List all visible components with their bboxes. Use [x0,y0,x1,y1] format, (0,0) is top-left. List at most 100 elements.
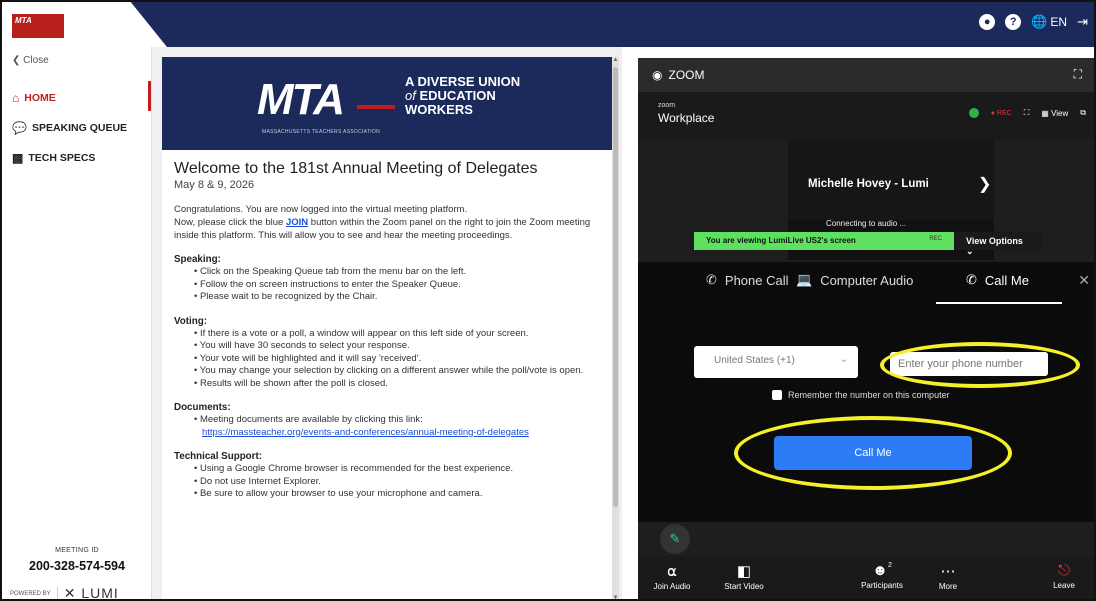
pencil-icon[interactable]: ✎ [660,524,690,554]
active-tab-underline [936,302,1062,304]
fullscreen-icon[interactable]: ⛶ [1074,67,1082,82]
support-list: Using a Google Chrome browser is recomme… [174,463,600,501]
meeting-date: May 8 & 9, 2026 [174,179,255,191]
join-link[interactable]: JOIN [286,217,308,228]
call-me-icon: ✆ [966,272,977,287]
banner-stripe [357,105,395,109]
tab-phone-call[interactable]: ✆ Phone Call [706,272,789,288]
computer-audio-icon: 💻 [796,272,813,287]
intro-text: Congratulations. You are now logged into… [174,204,591,241]
help-icon[interactable]: ? [1005,14,1022,30]
sidebar-item-label: HOME [24,92,56,104]
scroll-down-icon[interactable]: ▼ [612,595,619,599]
meeting-id-label: MEETING ID [55,547,99,554]
language-selector[interactable]: 🌐 EN [1031,14,1067,30]
powered-by-label: POWERED BY [10,590,51,597]
top-icons: ● ? 🌐 EN ⇥ [979,14,1088,30]
sidebar: ❮ Close ⌂ HOME 💬 SPEAKING QUEUE ▩ TECH S… [2,47,152,601]
zoom-panel: ◉ ZOOM ⛶ zoom Workplace ● REC ⛶ ▦ View ⧉… [638,58,1094,599]
audio-tabs: ✆ Phone Call 💻 Computer Audio ✆ Call Me … [638,262,1094,306]
meeting-id: 200-328-574-594 [29,559,125,573]
close-button[interactable]: ❮ Close [12,55,49,66]
list-item: If there is a vote or a poll, a window w… [174,328,600,341]
remember-number-checkbox[interactable]: Remember the number on this computer [772,390,950,400]
home-icon: ⌂ [12,91,20,105]
sidebar-item-label: TECH SPECS [28,152,96,164]
tab-call-me[interactable]: ✆ Call Me [966,272,1029,288]
remember-label: Remember the number on this computer [788,390,950,400]
chevron-right-icon[interactable]: ❯ [978,174,991,194]
welcome-document: Welcome to the 181st Annual Meeting of D… [162,150,612,599]
mta-banner: MTA MASSACHUSETTS TEACHERS ASSOCIATION A… [162,57,612,150]
user-circle-icon[interactable]: ● [979,14,996,30]
banner-tagline: A DIVERSE UNION of EDUCATION WORKERS [405,74,521,117]
list-item: Click on the Speaking Queue tab from the… [174,266,600,279]
logout-icon[interactable]: ⇥ [1077,14,1088,30]
more-button[interactable]: ⋯ More [918,562,978,591]
banner-logo: MTA [257,75,345,124]
top-bar: MTA ● ? 🌐 EN ⇥ [2,2,1094,47]
sidebar-item-speaking-queue[interactable]: 💬 SPEAKING QUEUE [12,121,127,135]
banner-logo-sub: MASSACHUSETTS TEACHERS ASSOCIATION [262,129,381,135]
view-button[interactable]: ▦ View [1041,109,1068,118]
lumi-logo: ✕ LUMI [63,585,119,601]
page: MTA ● ? 🌐 EN ⇥ ❮ Close ⌂ HOME 💬 SPEAKING… [0,0,1096,601]
leave-button[interactable]: ⎋ Leave [1034,562,1094,590]
list-item: You will have 30 seconds to select your … [174,340,600,353]
video-off-icon: ◧ [736,563,752,580]
zoom-workplace-label: Workplace [658,111,715,125]
zoom-status-icons: ● REC ⛶ ▦ View ⧉ [968,108,1086,118]
join-audio-button[interactable]: ⍺ Join Audio [642,562,702,591]
participants-button[interactable]: ☻2 Participants [852,562,912,590]
list-item: Your vote will be highlighted and it wil… [174,353,600,366]
zoom-header: ◉ ZOOM ⛶ [638,58,1094,92]
screen-share-banner: You are viewing LumiLive US2's screen RE… [694,232,954,250]
checkbox[interactable] [772,390,782,400]
participant-tile[interactable]: Michelle Hovey - Lumi ❯ [788,140,994,220]
tab-computer-audio[interactable]: 💻 Computer Audio [796,272,913,288]
tech-specs-icon: ▩ [12,151,24,165]
participant-name: Michelle Hovey - Lumi [808,178,929,190]
highlight-oval-phone [880,342,1080,388]
zoom-icon: ◉ [652,68,663,82]
list-item: Be sure to allow your browser to use you… [174,488,600,501]
documents-list: Meeting documents are available by click… [174,414,600,439]
rec-indicator: ● REC [990,109,1012,117]
list-item: Meeting documents are available by click… [174,414,600,439]
mta-logo[interactable]: MTA [12,14,64,38]
close-icon[interactable]: ✕ [1078,272,1090,289]
close-label: Close [23,55,49,66]
support-heading: Technical Support: [174,451,262,462]
speaking-heading: Speaking: [174,254,221,265]
zoom-workplace-bar: zoom Workplace ● REC ⛶ ▦ View ⧉ [638,92,1094,140]
sidebar-item-tech-specs[interactable]: ▩ TECH SPECS [12,151,95,165]
country-select[interactable]: United States (+1) ⌄ [694,346,858,378]
speaking-list: Click on the Speaking Queue tab from the… [174,266,600,304]
page-title: Welcome to the 181st Annual Meeting of D… [174,160,538,177]
headphones-icon: ⍺ [667,563,677,580]
content-scrollbar[interactable]: ▲ ▼ [612,57,619,599]
list-item: Using a Google Chrome browser is recomme… [174,463,600,476]
chevron-down-icon: ⌄ [839,354,848,365]
scroll-up-icon[interactable]: ▲ [612,57,619,63]
security-ok-icon[interactable] [968,108,979,118]
voting-list: If there is a vote or a poll, a window w… [174,328,600,391]
layout-icon[interactable]: ⛶ [1024,108,1030,118]
view-options-button[interactable]: View Options ⌄ [954,232,1042,256]
chevron-left-icon: ❮ [12,55,21,66]
scrollbar-thumb[interactable] [613,67,618,507]
divider [56,586,58,599]
sidebar-item-label: SPEAKING QUEUE [31,122,128,134]
main-content: MTA MASSACHUSETTS TEACHERS ASSOCIATION A… [152,47,622,599]
leave-icon: ⎋ [1058,562,1070,579]
active-indicator [148,81,151,111]
documents-link[interactable]: https://massteacher.org/events-and-confe… [202,427,529,438]
logo-area: MTA [2,2,167,47]
zoom-title: ◉ ZOOM [652,68,705,82]
sidebar-item-home[interactable]: ⌂ HOME [12,91,56,105]
zoom-brand-small: zoom [658,102,676,109]
chevron-down-icon: ⌄ [966,246,974,256]
popout-icon[interactable]: ⧉ [1080,108,1086,118]
start-video-button[interactable]: ◧ Start Video [714,562,774,591]
documents-heading: Documents: [174,402,231,413]
